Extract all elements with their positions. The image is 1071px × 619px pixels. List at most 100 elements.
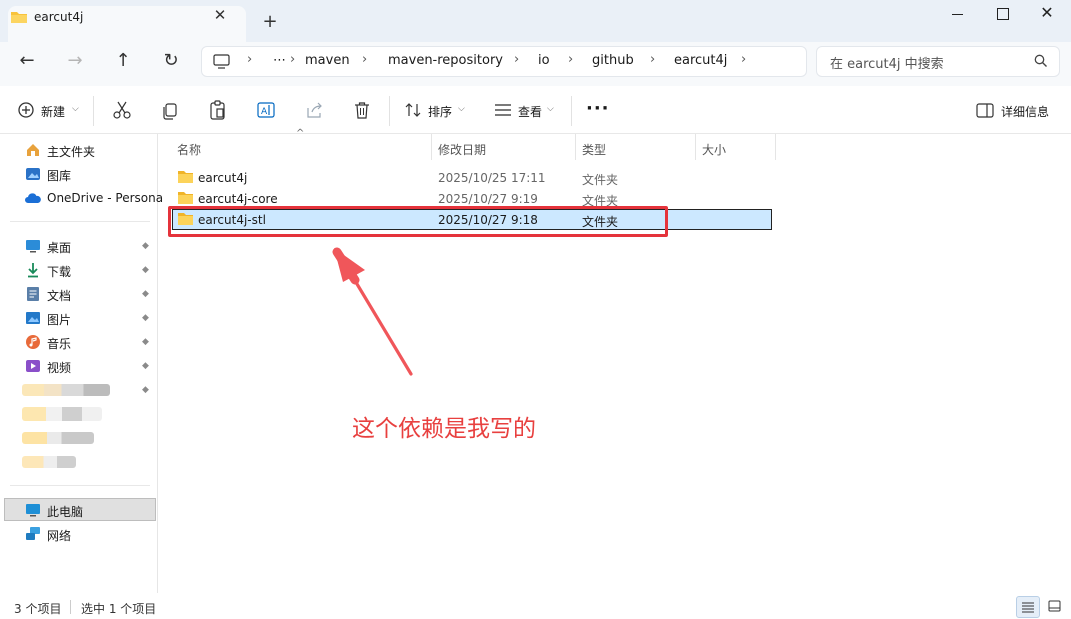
maximize-button[interactable] (988, 6, 1016, 24)
refresh-button[interactable]: ↻ (155, 46, 187, 78)
annotation-highlight-box (168, 206, 668, 237)
sidebar-item-network[interactable]: 网络 (0, 523, 156, 547)
sidebar-item-pictures[interactable]: 图片 ◆ (0, 307, 156, 331)
window-close-button[interactable]: ✕ (1033, 4, 1061, 24)
column-header-type[interactable]: 类型 (582, 141, 606, 158)
chevron-down-icon[interactable]: ⌵ (547, 104, 554, 114)
breadcrumb-earcut4j[interactable]: earcut4j (674, 53, 727, 68)
column-header-modified[interactable]: 修改日期 (438, 141, 486, 158)
breadcrumb-maven-repository[interactable]: maven-repository (388, 53, 503, 68)
breadcrumb-separator[interactable]: › (650, 52, 655, 67)
sidebar-item-videos[interactable]: 视频 ◆ (0, 355, 156, 379)
sidebar-item-redacted[interactable] (0, 427, 156, 451)
svg-text:A: A (261, 107, 268, 117)
sidebar-item-documents[interactable]: 文档 ◆ (0, 283, 156, 307)
breadcrumb-separator[interactable]: › (568, 52, 573, 67)
sidebar-divider (10, 485, 150, 486)
breadcrumb-io[interactable]: io (538, 53, 550, 68)
search-icon[interactable] (1034, 54, 1048, 68)
pin-icon[interactable]: ◆ (142, 289, 149, 299)
column-divider[interactable] (431, 134, 432, 160)
sort-button[interactable]: 排序 (428, 103, 452, 120)
cut-icon[interactable] (108, 96, 136, 124)
delete-icon[interactable] (348, 96, 376, 124)
sidebar-item-label: 音乐 (47, 337, 72, 351)
breadcrumb-more[interactable]: ⋯ (273, 53, 286, 68)
column-header-size[interactable]: 大小 (702, 141, 726, 158)
sidebar-item-desktop[interactable]: 桌面 ◆ (0, 235, 156, 259)
new-tab-button[interactable]: + (258, 11, 282, 35)
desktop-icon (26, 240, 40, 253)
new-button[interactable]: 新建 (41, 103, 65, 120)
sidebar-item-label: 桌面 (47, 241, 72, 255)
chevron-down-icon[interactable]: ⌵ (458, 104, 465, 114)
toolbar-divider (571, 96, 572, 126)
tiles-view-button[interactable] (1043, 596, 1067, 618)
breadcrumb-separator[interactable]: › (290, 52, 295, 67)
copy-icon[interactable] (156, 96, 184, 124)
sidebar-item-redacted[interactable] (0, 403, 156, 427)
pin-icon[interactable]: ◆ (142, 241, 149, 251)
breadcrumb-maven[interactable]: maven (305, 53, 350, 68)
documents-icon (27, 287, 39, 301)
breadcrumb-separator[interactable]: › (514, 52, 519, 67)
sidebar-item-redacted[interactable]: ◆ (0, 379, 156, 403)
more-options-button[interactable]: ··· (586, 98, 610, 119)
pin-icon[interactable]: ◆ (142, 337, 149, 347)
add-circle-icon[interactable] (14, 96, 42, 124)
sidebar-item-label: OneDrive - Persona (47, 191, 164, 205)
sort-icon[interactable] (400, 96, 428, 124)
details-pane-icon[interactable] (976, 103, 994, 118)
sidebar-item-label: 下载 (47, 265, 72, 279)
blurred-label (22, 384, 110, 396)
sidebar-item-label: 图库 (47, 169, 72, 183)
file-type: 文件夹 (582, 173, 619, 187)
back-button[interactable]: ← (11, 46, 43, 78)
column-divider[interactable] (575, 134, 576, 160)
sidebar-item-gallery[interactable]: 图库 (0, 163, 156, 187)
column-divider[interactable] (695, 134, 696, 160)
sidebar-item-redacted[interactable] (0, 451, 156, 475)
sidebar-divider (10, 221, 150, 222)
details-view-button[interactable] (1016, 596, 1040, 618)
column-divider[interactable] (775, 134, 776, 160)
chevron-down-icon[interactable]: ⌵ (72, 104, 79, 114)
rename-icon[interactable]: A (252, 96, 280, 124)
forward-button[interactable]: → (59, 46, 91, 78)
sort-ascending-icon: ^ (296, 128, 305, 139)
column-header-name[interactable]: 名称 (177, 141, 201, 158)
tiles-view-icon (1048, 600, 1061, 612)
paste-icon[interactable] (204, 96, 232, 124)
view-button[interactable]: 查看 (518, 103, 542, 120)
pin-icon[interactable]: ◆ (142, 361, 149, 371)
pin-icon[interactable]: ◆ (142, 265, 149, 275)
sidebar-item-downloads[interactable]: 下载 ◆ (0, 259, 156, 283)
folder-icon (11, 12, 27, 23)
breadcrumb-github[interactable]: github (592, 53, 634, 68)
sidebar-item-label: 图片 (47, 313, 72, 327)
up-button[interactable]: ↑ (107, 46, 139, 78)
gallery-icon (26, 168, 40, 180)
folder-icon (178, 171, 193, 183)
selection-count: 选中 1 个项目 (81, 602, 157, 616)
sidebar-item-home[interactable]: 主文件夹 (0, 139, 156, 163)
breadcrumb-separator[interactable]: › (741, 52, 746, 67)
computer-icon (26, 504, 40, 517)
sidebar-item-label: 文档 (47, 289, 72, 303)
home-icon (27, 144, 39, 156)
toolbar-divider (389, 96, 390, 126)
blurred-label (22, 407, 102, 421)
share-icon[interactable] (300, 96, 328, 124)
details-button[interactable]: 详细信息 (1001, 103, 1049, 120)
sidebar-item-music[interactable]: 音乐 ◆ (0, 331, 156, 355)
pin-icon[interactable]: ◆ (142, 385, 149, 395)
sidebar-item-onedrive[interactable]: OneDrive - Persona (0, 187, 163, 211)
pin-icon[interactable]: ◆ (142, 313, 149, 323)
breadcrumb-separator[interactable]: › (362, 52, 367, 67)
download-icon (28, 263, 38, 278)
tab-title: earcut4j (34, 10, 84, 24)
minimize-button[interactable] (944, 6, 972, 24)
tab-close-icon[interactable]: ✕ (210, 5, 230, 25)
annotation-text: 这个依赖是我写的 (352, 416, 536, 442)
view-icon[interactable] (489, 96, 517, 124)
